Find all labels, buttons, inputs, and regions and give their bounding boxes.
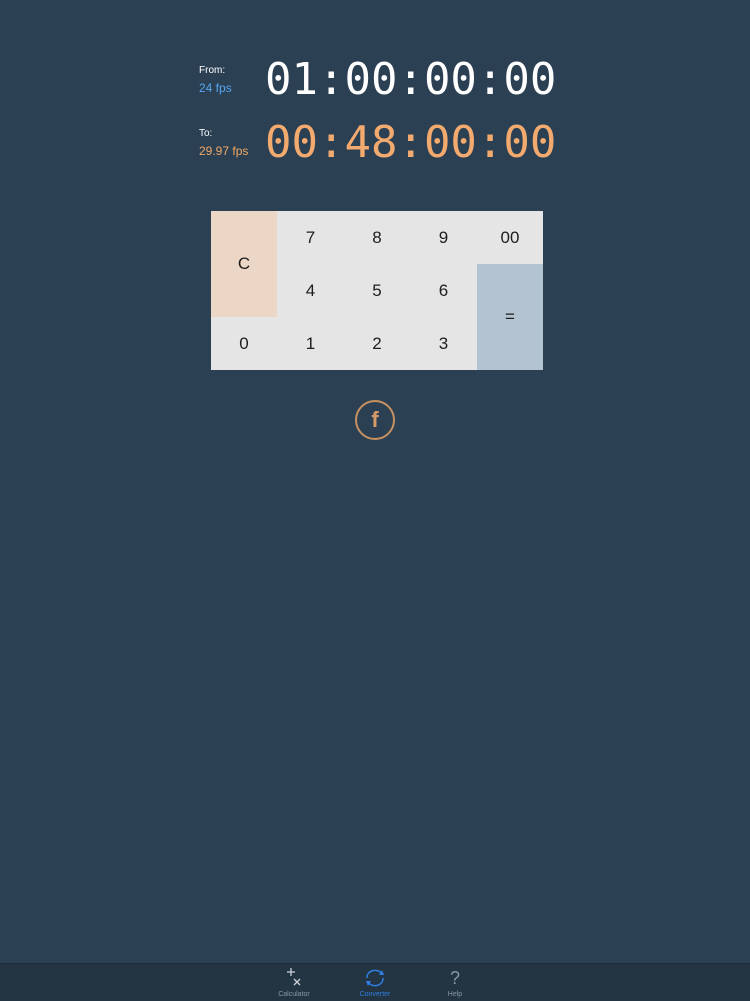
key-7-button[interactable]: 7 — [277, 211, 344, 264]
from-timecode-row: From: 24 fps 01:00:00:00 — [199, 58, 556, 102]
f-button[interactable]: f — [355, 400, 395, 440]
from-fps[interactable]: 24 fps — [199, 80, 265, 96]
tab-converter[interactable]: Converter — [345, 964, 405, 1001]
f-button-label: f — [371, 407, 379, 432]
to-fps[interactable]: 29.97 fps — [199, 143, 265, 159]
key-5-button[interactable]: 5 — [344, 264, 410, 317]
to-label: To: — [199, 128, 213, 139]
from-label: From: — [199, 65, 226, 76]
question-icon: ? — [450, 966, 460, 990]
equals-button[interactable]: = — [477, 264, 543, 370]
tab-calculator[interactable]: Calculator — [264, 964, 324, 1001]
key-00-button[interactable]: 00 — [477, 211, 543, 264]
key-2-button[interactable]: 2 — [344, 317, 410, 370]
key-4-button[interactable]: 4 — [277, 264, 344, 317]
tab-help-label: Help — [447, 991, 463, 998]
to-timecode-row: To: 29.97 fps 00:48:00:00 — [199, 121, 556, 165]
to-timecode: 00:48:00:00 — [265, 117, 557, 168]
clear-button[interactable]: C — [211, 211, 277, 317]
to-meta: To: 29.97 fps — [199, 127, 265, 159]
tab-calculator-label: Calculator — [278, 991, 310, 998]
key-3-button[interactable]: 3 — [410, 317, 477, 370]
tab-bar: Calculator Converter ? Help — [0, 963, 750, 1001]
from-timecode[interactable]: 01:00:00:00 — [265, 58, 556, 102]
key-6-button[interactable]: 6 — [410, 264, 477, 317]
plus-times-icon — [283, 966, 305, 990]
tab-converter-label: Converter — [359, 991, 391, 998]
from-meta: From: 24 fps — [199, 64, 265, 96]
help-glyph: ? — [449, 968, 460, 988]
key-8-button[interactable]: 8 — [344, 211, 410, 264]
tab-help[interactable]: ? Help — [425, 964, 485, 1001]
convert-cycle-icon — [363, 966, 387, 990]
keypad: C 7 8 9 00 4 5 6 = 0 1 2 3 — [211, 211, 543, 370]
key-0-button[interactable]: 0 — [211, 317, 277, 370]
key-9-button[interactable]: 9 — [410, 211, 477, 264]
key-1-button[interactable]: 1 — [277, 317, 344, 370]
